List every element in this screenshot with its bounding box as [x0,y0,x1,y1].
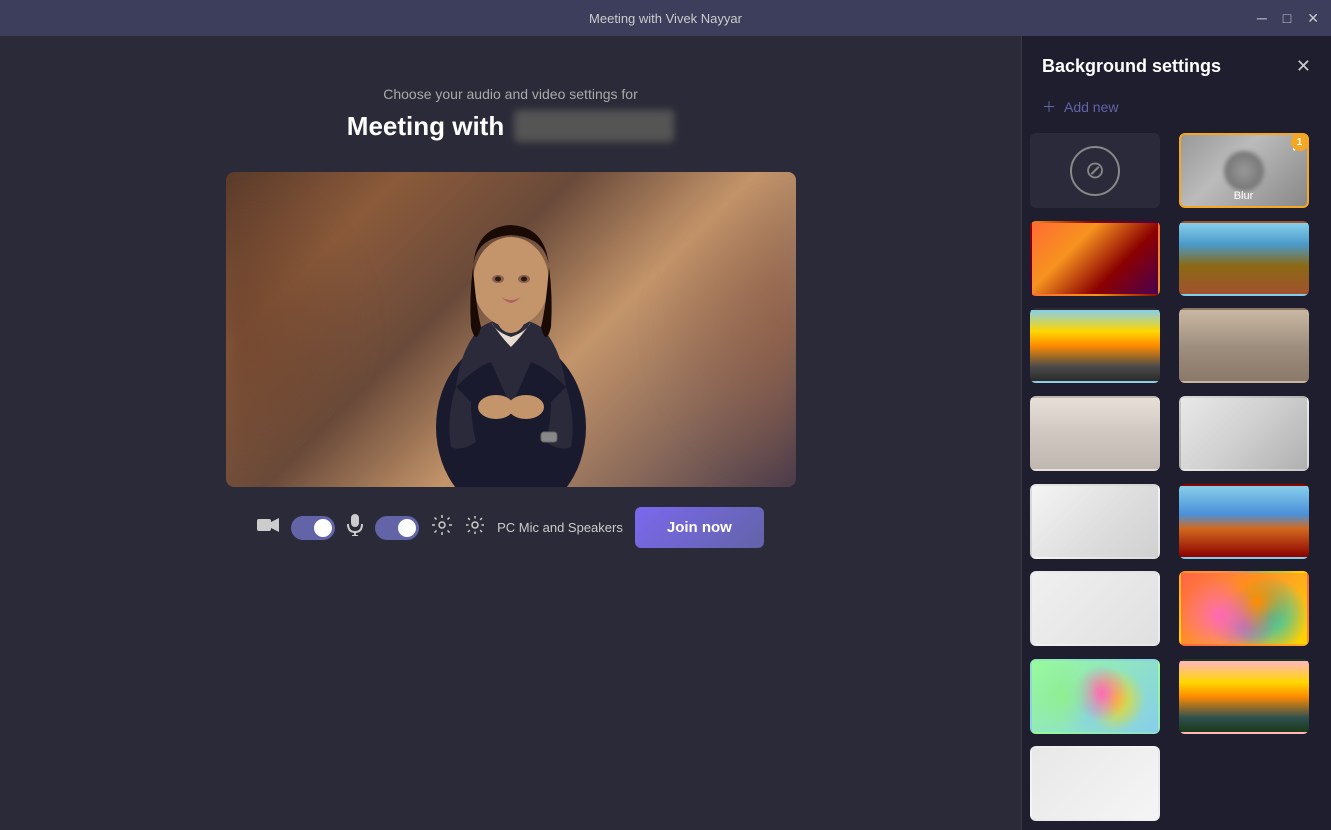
subtitle-text: Choose your audio and video settings for [383,86,638,102]
blur-selected-badge: 1 [1291,133,1309,151]
blur-label: Blur [1234,190,1254,202]
main-content: Choose your audio and video settings for… [0,36,1331,830]
background-item-lounge1[interactable] [1179,484,1309,559]
bg-settings-title: Background settings [1042,56,1221,77]
background-settings-panel: Background settings ✕ ＋ Add new ⊘ 1 Blur… [1021,36,1331,830]
background-item-modern1[interactable] [1179,396,1309,471]
settings-icon[interactable] [465,515,485,540]
blur-preview-circle [1224,151,1264,191]
background-item-plain1[interactable] [1030,571,1160,646]
window-controls: ─ □ ✕ [1257,11,1319,25]
background-item-white1[interactable] [1030,484,1160,559]
audio-device-label: PC Mic and Speakers [497,520,623,535]
window-title: Meeting with Vivek Nayyar [589,11,742,26]
join-now-button[interactable]: Join now [635,507,764,548]
blur-left [226,172,376,487]
background-item-balloons2[interactable] [1030,659,1160,734]
bg-settings-close-button[interactable]: ✕ [1296,56,1311,77]
effects-icon[interactable] [431,514,453,541]
blur-right [646,172,796,487]
video-toggle[interactable] [291,516,335,540]
video-toggle-knob [314,519,332,537]
audio-toggle[interactable] [375,516,419,540]
background-item-city1[interactable] [1030,308,1160,383]
meeting-name-blurred [514,110,674,142]
left-panel: Choose your audio and video settings for… [0,36,1021,830]
add-new-background-button[interactable]: ＋ Add new [1022,87,1331,133]
add-icon: ＋ [1042,97,1056,117]
mic-icon[interactable] [347,514,363,541]
camera-icon[interactable] [257,517,279,538]
bg-settings-header: Background settings ✕ [1022,36,1331,87]
background-grid: ⊘ 1 Blur ✓ [1022,133,1331,830]
background-item-bridge1[interactable] [1179,659,1309,734]
background-item-room1[interactable] [1179,308,1309,383]
meeting-title: Meeting with [347,110,674,142]
background-item-office1[interactable] [1179,221,1309,296]
video-preview [226,172,796,487]
background-item-balloons1[interactable] [1179,571,1309,646]
maximize-button[interactable]: □ [1283,11,1291,25]
title-bar: Meeting with Vivek Nayyar ─ □ ✕ [0,0,1331,36]
background-item-none[interactable]: ⊘ [1030,133,1160,208]
background-item-blur[interactable]: 1 Blur ✓ [1179,133,1309,208]
background-item-room2[interactable] [1030,396,1160,471]
background-item-abstract1[interactable] [1030,221,1160,296]
close-button[interactable]: ✕ [1307,11,1319,25]
person-figure [401,207,621,487]
minimize-button[interactable]: ─ [1257,11,1267,25]
audio-toggle-knob [398,519,416,537]
controls-bar: PC Mic and Speakers Join now [257,507,764,548]
video-background [226,172,796,487]
meeting-with-label: Meeting with [347,111,504,142]
background-item-last1[interactable] [1030,746,1160,821]
add-new-label: Add new [1064,99,1118,115]
no-background-icon: ⊘ [1070,146,1120,196]
